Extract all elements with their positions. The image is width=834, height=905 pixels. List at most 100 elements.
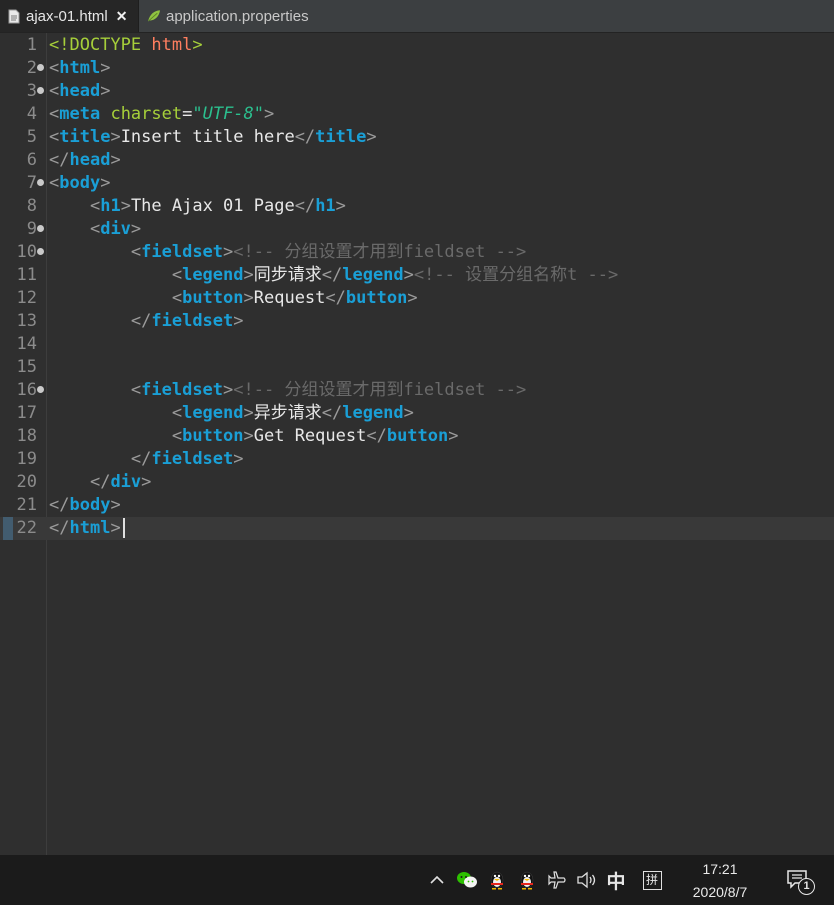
code-token: fieldset bbox=[151, 311, 234, 331]
fold-toggle-icon[interactable] bbox=[37, 248, 44, 255]
volume-icon[interactable] bbox=[575, 855, 599, 905]
code-line[interactable]: 8 <h1>The Ajax 01 Page</h1> bbox=[0, 195, 834, 218]
code-line[interactable]: 1 <!DOCTYPE html> bbox=[0, 34, 834, 57]
system-clock[interactable]: 17:21 2020/8/7 bbox=[680, 855, 760, 905]
code-line[interactable]: 4 <meta charset="UTF-8"> bbox=[0, 103, 834, 126]
line-number: 1 bbox=[26, 35, 37, 55]
code-token: title bbox=[59, 127, 111, 147]
code-line[interactable]: 14 bbox=[0, 333, 834, 356]
code-line[interactable]: 22 </html> bbox=[0, 517, 834, 540]
code-line[interactable]: 12 <button>Request</button> bbox=[0, 287, 834, 310]
code-line[interactable]: 17 <legend>异步请求</legend> bbox=[0, 402, 834, 425]
code-line[interactable]: 13 </fieldset> bbox=[0, 310, 834, 333]
fold-toggle-icon[interactable] bbox=[37, 179, 44, 186]
code-token: </ bbox=[130, 311, 152, 331]
line-code: </head> bbox=[49, 149, 121, 172]
code-line[interactable]: 3 <head> bbox=[0, 80, 834, 103]
qq-penguin-icon-2[interactable] bbox=[515, 855, 539, 905]
ime-mode-indicator[interactable]: 中 bbox=[603, 855, 629, 905]
airplane-mode-icon[interactable] bbox=[545, 855, 569, 905]
close-tab-icon[interactable]: ✕ bbox=[116, 8, 128, 25]
html-file-icon bbox=[7, 8, 21, 24]
code-token: > bbox=[407, 288, 418, 308]
code-line[interactable]: 6 </head> bbox=[0, 149, 834, 172]
windows-taskbar: 中 拼 17:21 2020/8/7 1 bbox=[0, 855, 834, 905]
code-token: </ bbox=[49, 518, 70, 538]
code-token: > bbox=[100, 173, 111, 193]
code-token: </ bbox=[294, 127, 316, 147]
ime-layout-indicator[interactable]: 拼 bbox=[640, 855, 664, 905]
code-line[interactable]: 11 <legend>同步请求</legend><!-- 设置分组名称t --> bbox=[0, 264, 834, 287]
code-token: < bbox=[89, 196, 101, 216]
code-token: fieldset bbox=[141, 242, 224, 262]
code-token: legend bbox=[342, 265, 404, 285]
code-line[interactable]: 20 </div> bbox=[0, 471, 834, 494]
code-line[interactable]: 15 bbox=[0, 356, 834, 379]
code-token: < bbox=[49, 127, 60, 147]
code-token: < bbox=[171, 403, 183, 423]
line-code: </fieldset> bbox=[49, 448, 244, 471]
code-token: </ bbox=[321, 265, 343, 285]
tab-label: ajax-01.html bbox=[26, 7, 108, 25]
line-code: <h1>The Ajax 01 Page</h1> bbox=[49, 195, 346, 218]
fold-toggle-icon[interactable] bbox=[37, 64, 44, 71]
fold-toggle-icon[interactable] bbox=[37, 386, 44, 393]
line-code: <fieldset><!-- 分组设置才用到fieldset --> bbox=[49, 379, 526, 402]
code-token: 同步请求 bbox=[253, 265, 322, 285]
line-number: 17 bbox=[16, 403, 37, 423]
code-line[interactable]: 7 <body> bbox=[0, 172, 834, 195]
action-center-button[interactable]: 1 bbox=[778, 855, 818, 905]
tab-application-properties[interactable]: application.properties bbox=[140, 0, 340, 32]
code-token: <!-- 设置分组名称t --> bbox=[413, 265, 619, 285]
code-token: h1 bbox=[100, 196, 121, 216]
notification-icon: 1 bbox=[786, 869, 815, 895]
code-token: Insert title here bbox=[120, 127, 295, 147]
code-token: h1 bbox=[315, 196, 336, 216]
code-line[interactable]: 19 </fieldset> bbox=[0, 448, 834, 471]
code-line[interactable]: 18 <button>Get Request</button> bbox=[0, 425, 834, 448]
code-token: < bbox=[49, 104, 60, 124]
code-token: = bbox=[182, 104, 193, 124]
line-code: <div> bbox=[49, 218, 141, 241]
show-hidden-icons-chevron-icon[interactable] bbox=[427, 855, 447, 905]
code-editor[interactable]: 1 <!DOCTYPE html> 2 <html> 3 <head> 4 <meta cha… bbox=[0, 33, 834, 855]
code-line[interactable]: 2 <html> bbox=[0, 57, 834, 80]
qq-penguin-icon[interactable] bbox=[485, 855, 509, 905]
fold-toggle-icon[interactable] bbox=[37, 87, 44, 94]
code-token: button bbox=[182, 288, 244, 308]
code-token: </ bbox=[294, 196, 316, 216]
line-code: <button>Get Request</button> bbox=[49, 425, 459, 448]
code-token: button bbox=[386, 426, 449, 446]
code-line[interactable]: 16 <fieldset><!-- 分组设置才用到fieldset --> bbox=[0, 379, 834, 402]
code-token: html bbox=[69, 518, 111, 538]
code-token: > bbox=[192, 35, 203, 55]
code-line[interactable]: 9 <div> bbox=[0, 218, 834, 241]
wechat-icon[interactable] bbox=[455, 855, 479, 905]
code-token: > bbox=[243, 288, 254, 308]
code-token: > bbox=[243, 403, 254, 423]
code-token: body bbox=[59, 173, 101, 193]
clock-date: 2020/8/7 bbox=[692, 884, 748, 900]
line-code: <meta charset="UTF-8"> bbox=[49, 103, 274, 126]
code-token: charset bbox=[110, 104, 183, 124]
code-line[interactable]: 5 <title>Insert title here</title> bbox=[0, 126, 834, 149]
code-line[interactable]: 21 </body> bbox=[0, 494, 834, 517]
code-line[interactable]: 10 <fieldset><!-- 分组设置才用到fieldset --> bbox=[0, 241, 834, 264]
code-token: > bbox=[448, 426, 459, 446]
notification-count-badge: 1 bbox=[798, 878, 815, 895]
tab-ajax-01-html[interactable]: ajax-01.html ✕ bbox=[0, 0, 139, 32]
line-code: <body> bbox=[49, 172, 110, 195]
code-token: button bbox=[345, 288, 408, 308]
code-token: > bbox=[335, 196, 346, 216]
fold-toggle-icon[interactable] bbox=[37, 225, 44, 232]
code-token: > bbox=[233, 449, 244, 469]
code-token: > bbox=[243, 426, 254, 446]
code-token: > bbox=[130, 219, 142, 239]
code-token: > bbox=[110, 127, 121, 147]
